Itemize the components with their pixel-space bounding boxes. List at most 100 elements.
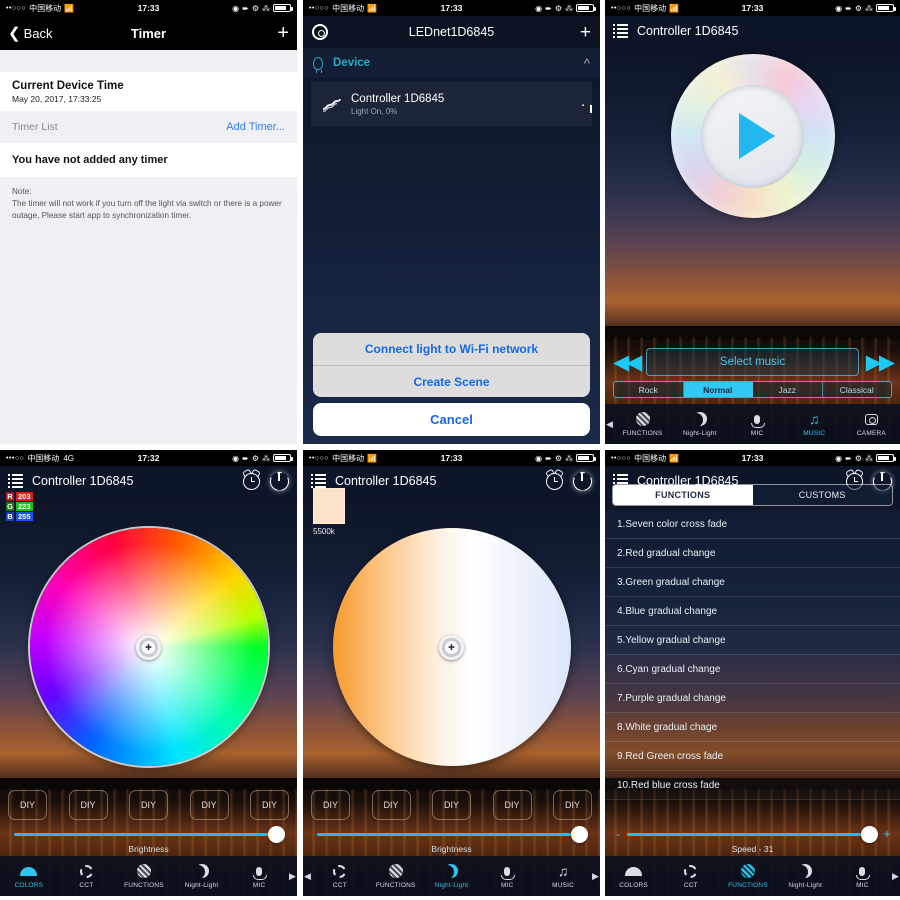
- diy-button[interactable]: DIY: [68, 790, 108, 820]
- list-item[interactable]: 7.Purple gradual change: [605, 684, 900, 713]
- alarm-icon[interactable]: [546, 472, 563, 490]
- plus-icon[interactable]: +: [277, 23, 289, 43]
- tab-cct[interactable]: CCT: [312, 864, 368, 889]
- music-disc[interactable]: [670, 54, 835, 218]
- slider-knob[interactable]: [571, 826, 588, 843]
- connect-wifi-button[interactable]: Connect light to Wi-Fi network: [313, 333, 590, 365]
- cancel-button[interactable]: Cancel: [313, 403, 590, 436]
- slider-knob[interactable]: [861, 826, 878, 843]
- tab-colors[interactable]: COLORS: [0, 864, 58, 889]
- speed-plus-button[interactable]: +: [882, 827, 892, 841]
- tab-mic[interactable]: MIC: [479, 864, 535, 889]
- timer-list-label: Timer List: [12, 121, 58, 133]
- rgb-red: R 203: [6, 492, 46, 501]
- diy-button[interactable]: DIY: [129, 790, 168, 820]
- triangle-right-icon[interactable]: ▶: [891, 871, 900, 882]
- tab-cct[interactable]: CCT: [662, 864, 719, 889]
- plus-icon[interactable]: +: [580, 23, 591, 42]
- tab-cct[interactable]: CCT: [58, 864, 116, 889]
- triangle-right-icon[interactable]: ▶: [288, 871, 297, 882]
- color-wheel[interactable]: ✚: [29, 528, 268, 766]
- tab-music[interactable]: ♫ MUSIC: [786, 412, 843, 437]
- cct-wheel[interactable]: ✚: [332, 528, 571, 766]
- rewind-icon[interactable]: ◀◀: [613, 352, 642, 373]
- cct-swatch-color[interactable]: [313, 488, 345, 524]
- panel-device-list: ••○○○ 中国移动 📶 17:33 ◉ ➨ ⚙ ⁂ LEDnet1D6845 …: [303, 0, 600, 444]
- disc-ring: [670, 54, 835, 218]
- diy-button[interactable]: DIY: [553, 790, 592, 820]
- segment-customs[interactable]: CUSTOMS: [752, 485, 892, 505]
- timer-body: Current Device Time May 20, 2017, 17:33:…: [0, 50, 297, 444]
- tab-mic[interactable]: MIC: [230, 864, 288, 889]
- disc-center[interactable]: [701, 84, 804, 188]
- diy-button[interactable]: DIY: [492, 790, 532, 820]
- list-item[interactable]: 8.White gradual chage: [605, 713, 900, 742]
- chevron-up-icon[interactable]: ^: [584, 56, 590, 71]
- speed-slider[interactable]: [627, 826, 878, 843]
- tab-functions[interactable]: FUNCTIONS: [115, 864, 173, 889]
- speed-minus-button[interactable]: -: [613, 827, 623, 841]
- list-item[interactable]: 6.Cyan gradual change: [605, 655, 900, 684]
- diy-button[interactable]: DIY: [8, 790, 47, 820]
- device-section-label: Device: [333, 57, 371, 69]
- tab-colors[interactable]: COLORS: [605, 864, 662, 889]
- tab-functions[interactable]: FUNCTIONS: [719, 864, 776, 889]
- triangle-right-icon[interactable]: ▶: [591, 871, 600, 882]
- tab-camera[interactable]: CAMERA: [843, 412, 900, 437]
- diy-button[interactable]: DIY: [189, 790, 229, 820]
- list-item[interactable]: 3.Green gradual change: [605, 568, 900, 597]
- fast-forward-icon[interactable]: ▶▶: [866, 352, 895, 373]
- segment-functions[interactable]: FUNCTIONS: [613, 485, 753, 505]
- hamburger-icon[interactable]: [613, 24, 628, 38]
- hamburger-icon[interactable]: [311, 474, 326, 488]
- slider-knob[interactable]: [268, 826, 285, 843]
- tab-label: CCT: [332, 881, 347, 889]
- list-item[interactable]: 5.Yellow gradual change: [605, 626, 900, 655]
- brightness-slider[interactable]: [317, 826, 588, 843]
- tab-night-light[interactable]: Night-Light: [424, 864, 480, 889]
- device-section-header[interactable]: Device ^: [303, 48, 600, 78]
- select-music-button[interactable]: Select music: [646, 348, 859, 376]
- crosshair-cursor[interactable]: ✚: [136, 634, 161, 660]
- crosshair-cursor[interactable]: ✚: [439, 634, 464, 660]
- tab-music[interactable]: ♫ MUSIC: [535, 864, 591, 889]
- tab-label: FUNCTIONS: [728, 881, 768, 889]
- triangle-left-icon[interactable]: ◀: [605, 419, 614, 430]
- alarm-icon[interactable]: [243, 472, 260, 490]
- triangle-left-icon[interactable]: ◀: [303, 871, 312, 882]
- mode-rock[interactable]: Rock: [614, 382, 684, 397]
- function-list[interactable]: 1.Seven color cross fade 2.Red gradual c…: [605, 510, 900, 818]
- hamburger-icon[interactable]: [8, 474, 23, 488]
- add-timer-button[interactable]: Add Timer...: [226, 121, 285, 133]
- tab-functions[interactable]: FUNCTIONS: [368, 864, 424, 889]
- current-device-time-cell: Current Device Time May 20, 2017, 17:33:…: [0, 72, 297, 111]
- diy-button[interactable]: DIY: [371, 790, 411, 820]
- mode-classical[interactable]: Classical: [822, 382, 891, 397]
- brightness-slider[interactable]: [14, 826, 285, 843]
- tab-night-light[interactable]: Night-Light: [777, 864, 834, 889]
- list-item[interactable]: 4.Blue gradual change: [605, 597, 900, 626]
- tab-functions[interactable]: FUNCTIONS: [614, 412, 671, 437]
- list-item[interactable]: 9.Red Green cross fade: [605, 742, 900, 771]
- list-item[interactable]: 10.Red blue cross fade: [605, 771, 900, 800]
- tab-mic[interactable]: MIC: [728, 412, 785, 437]
- play-icon[interactable]: [739, 113, 775, 159]
- mode-normal[interactable]: Normal: [683, 382, 753, 397]
- list-item[interactable]: 1.Seven color cross fade: [605, 510, 900, 539]
- tab-mic[interactable]: MIC: [834, 864, 891, 889]
- power-icon[interactable]: [270, 472, 289, 491]
- create-scene-button[interactable]: Create Scene: [313, 365, 590, 397]
- power-icon[interactable]: [573, 472, 592, 491]
- alarm-icon: ◉: [535, 3, 543, 13]
- cct-swatch[interactable]: 5500k: [313, 488, 345, 536]
- gear-icon[interactable]: [312, 24, 328, 40]
- diy-buttons-row: DIY DIY DIY DIY DIY: [8, 790, 289, 820]
- tab-night-light[interactable]: Night-Light: [173, 864, 231, 889]
- diy-button[interactable]: DIY: [311, 790, 350, 820]
- tab-night-light[interactable]: Night-Light: [671, 412, 728, 437]
- device-row[interactable]: Controller 1D6845 Light On, 0%: [311, 82, 592, 126]
- diy-button[interactable]: DIY: [432, 790, 471, 820]
- diy-button[interactable]: DIY: [250, 790, 289, 820]
- list-item[interactable]: 2.Red gradual change: [605, 539, 900, 568]
- mode-jazz[interactable]: Jazz: [753, 382, 823, 397]
